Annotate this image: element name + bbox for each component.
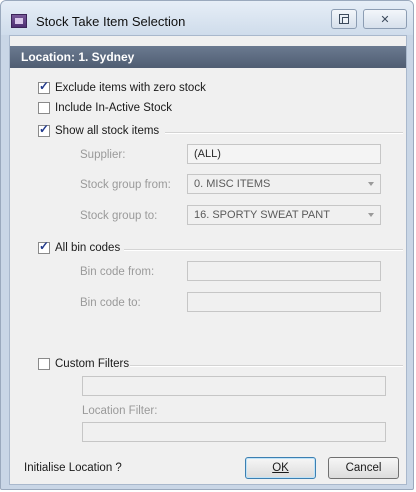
chevron-down-icon [368, 182, 374, 186]
show-all-stock-option[interactable]: Show all stock items [38, 122, 160, 137]
all-bin-codes-label: All bin codes [55, 242, 121, 254]
cancel-button[interactable]: Cancel [328, 457, 399, 479]
bin-code-to-field[interactable] [187, 292, 381, 312]
custom-section-divider [130, 365, 403, 367]
stock-group-from-label: Stock group from: [80, 179, 171, 191]
bin-code-from-label: Bin code from: [80, 266, 155, 278]
ok-button[interactable]: OK [245, 457, 316, 479]
supplier-label: Supplier: [80, 149, 126, 161]
title-bar[interactable]: Stock Take Item Selection ✕ [1, 1, 413, 35]
dialog-window: Stock Take Item Selection ✕ Location: 1.… [0, 0, 414, 490]
supplier-field[interactable]: (ALL) [187, 144, 381, 164]
stock-group-to-value: 16. SPORTY SWEAT PANT [194, 209, 330, 221]
custom-filters-label: Custom Filters [55, 358, 130, 370]
custom-filters-checkbox[interactable] [38, 358, 50, 370]
stock-group-to-label: Stock group to: [80, 210, 158, 222]
close-button[interactable]: ✕ [363, 9, 407, 29]
location-header: Location: 1. Sydney [10, 46, 406, 68]
app-icon [11, 14, 27, 28]
close-icon: ✕ [380, 13, 390, 26]
custom-filter-field[interactable] [82, 376, 386, 396]
stock-section-divider [165, 132, 403, 134]
exclude-zero-stock-label: Exclude items with zero stock [55, 82, 206, 94]
exclude-zero-stock-checkbox[interactable] [38, 79, 50, 94]
show-all-stock-checkbox[interactable] [38, 122, 50, 137]
include-inactive-option[interactable]: Include In-Active Stock [38, 102, 172, 114]
restore-button[interactable] [331, 9, 357, 29]
ok-button-label: OK [272, 462, 289, 474]
restore-icon [339, 14, 349, 24]
bin-code-from-field[interactable] [187, 261, 381, 281]
location-filter-label: Location Filter: [82, 405, 158, 417]
cancel-button-label: Cancel [345, 462, 382, 474]
exclude-zero-stock-option[interactable]: Exclude items with zero stock [38, 79, 206, 94]
stock-group-to-select[interactable]: 16. SPORTY SWEAT PANT [187, 205, 381, 225]
supplier-value: (ALL) [194, 148, 221, 160]
bin-section-divider [124, 249, 403, 251]
location-filter-field[interactable] [82, 422, 386, 442]
chevron-down-icon [368, 213, 374, 217]
all-bin-codes-option[interactable]: All bin codes [38, 239, 121, 254]
dialog-body: Location: 1. Sydney Exclude items with z… [9, 35, 407, 485]
stock-group-from-select[interactable]: 0. MISC ITEMS [187, 174, 381, 194]
include-inactive-label: Include In-Active Stock [55, 102, 172, 114]
show-all-stock-label: Show all stock items [55, 125, 160, 137]
stock-group-from-value: 0. MISC ITEMS [194, 178, 271, 190]
window-title: Stock Take Item Selection [36, 14, 186, 29]
bin-code-to-label: Bin code to: [80, 297, 141, 309]
include-inactive-checkbox[interactable] [38, 102, 50, 114]
all-bin-codes-checkbox[interactable] [38, 239, 50, 254]
initialise-location-label: Initialise Location ? [24, 462, 122, 474]
custom-filters-option[interactable]: Custom Filters [38, 358, 129, 370]
